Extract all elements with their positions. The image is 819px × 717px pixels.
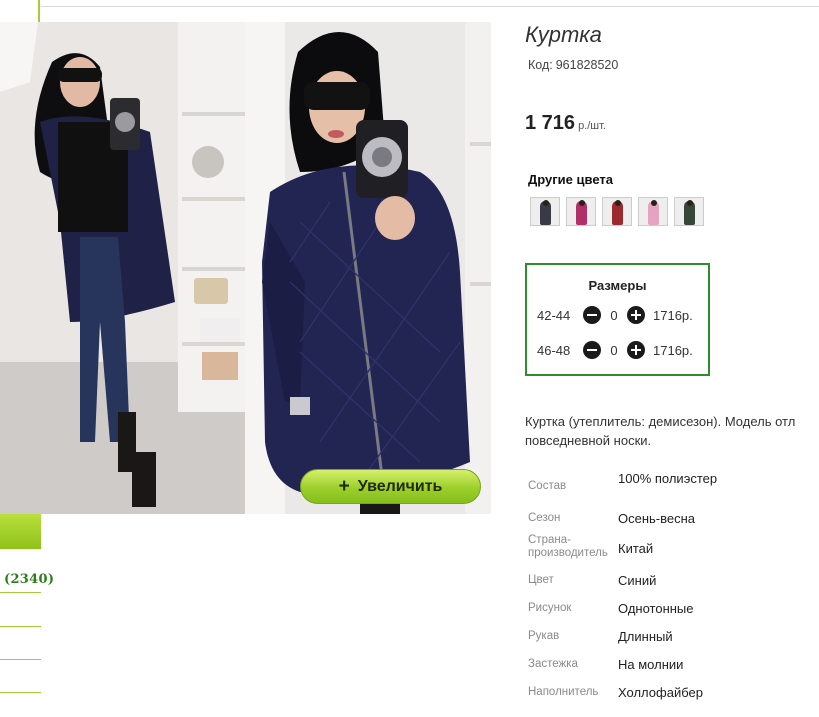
- rail-divider: [0, 592, 41, 593]
- property-key: Застежка: [528, 658, 578, 670]
- size-price: 1716р.: [653, 307, 693, 323]
- product-description: Куртка (утеплитель: демисезон). Модель о…: [525, 412, 819, 450]
- product-code: Код: 961828520: [525, 58, 618, 72]
- sizes-title: Размеры: [588, 278, 647, 293]
- property-key: Рисунок: [528, 602, 572, 614]
- rail-divider: [0, 692, 41, 693]
- property-key: Рукав: [528, 630, 560, 642]
- size-price: 1716р.: [653, 342, 693, 358]
- property-value: Холлофайбер: [618, 685, 703, 700]
- product-code-value: 961828520: [555, 58, 619, 72]
- color-swatch[interactable]: [530, 197, 560, 226]
- minus-icon[interactable]: [583, 341, 601, 359]
- property-value: Китай: [618, 541, 654, 556]
- product-code-label: Код:: [528, 58, 553, 72]
- property-value: Однотонные: [618, 601, 694, 616]
- property-key: Цвет: [528, 574, 554, 586]
- property-key: Состав: [528, 480, 567, 492]
- property-value: 100% полиэстер: [618, 471, 718, 486]
- product-photo-image: [0, 22, 491, 514]
- sidebar-tab[interactable]: [0, 514, 41, 549]
- size-label: 46-48: [537, 342, 571, 358]
- property-value: На молнии: [618, 657, 684, 672]
- property-value: Длинный: [618, 629, 673, 644]
- zoom-button-label: Увеличить: [357, 477, 443, 495]
- size-label: 42-44: [537, 307, 571, 323]
- quantity-value[interactable]: 0: [601, 308, 627, 323]
- top-divider: [41, 6, 819, 7]
- color-swatch[interactable]: [602, 197, 632, 226]
- color-swatches: [530, 197, 704, 226]
- description-line: повседневной носки.: [525, 433, 652, 448]
- property-value: Синий: [618, 573, 657, 588]
- property-key: Сезон: [528, 512, 561, 524]
- quantity-value[interactable]: 0: [601, 343, 627, 358]
- color-swatch[interactable]: [566, 197, 596, 226]
- product-price: 1 716 р./шт.: [525, 112, 606, 135]
- sizes-panel: Размеры 42-44 0 1716р. 46-48 0 1716р.: [525, 263, 710, 376]
- other-colors-title: Другие цвета: [528, 172, 613, 187]
- size-row: 46-48 0 1716р.: [537, 341, 693, 359]
- color-swatch[interactable]: [638, 197, 668, 226]
- product-photo[interactable]: [0, 22, 491, 514]
- color-swatch[interactable]: [674, 197, 704, 226]
- plus-icon[interactable]: [627, 341, 645, 359]
- description-line: Куртка (утеплитель: демисезон). Модель о…: [525, 414, 796, 429]
- price-unit: р./шт.: [578, 120, 606, 132]
- price-value: 1 716: [525, 112, 576, 134]
- plus-icon: +: [338, 475, 350, 497]
- product-count-link[interactable]: (2340): [4, 572, 54, 587]
- plus-icon[interactable]: [627, 306, 645, 324]
- minus-icon[interactable]: [583, 306, 601, 324]
- property-key: Наполнитель: [528, 686, 599, 698]
- rail-divider: [38, 0, 40, 22]
- property-key: Страна-производитель: [528, 534, 608, 559]
- size-row: 42-44 0 1716р.: [537, 306, 693, 324]
- rail-divider: [0, 659, 41, 660]
- rail-divider: [0, 626, 41, 627]
- product-title: Куртка: [525, 22, 602, 47]
- zoom-button[interactable]: + Увеличить: [300, 469, 481, 504]
- property-value: Осень-весна: [618, 511, 696, 526]
